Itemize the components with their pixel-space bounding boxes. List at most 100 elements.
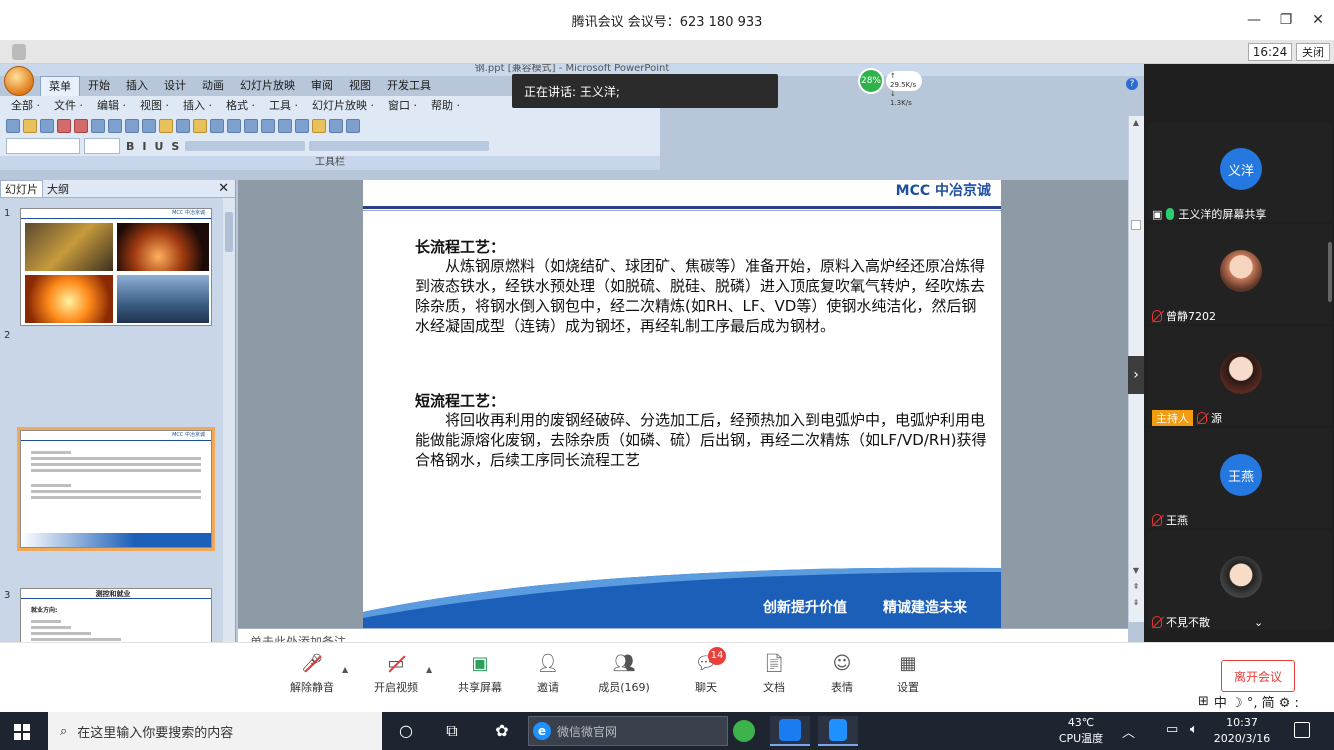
permission-icon[interactable] xyxy=(57,119,71,133)
menu-edit[interactable]: 编辑 · xyxy=(90,96,133,116)
bold-icon[interactable]: B xyxy=(124,140,136,153)
chat-button[interactable]: 💬︎ 14 聊天 xyxy=(670,647,742,695)
next-slide-icon[interactable]: ⇟ xyxy=(1131,598,1141,608)
notes-field[interactable]: 单击此处添加备注 xyxy=(238,628,1128,642)
folder-icon[interactable] xyxy=(312,119,326,133)
tab-animation[interactable]: 动画 xyxy=(194,76,232,96)
tab-review[interactable]: 审阅 xyxy=(303,76,341,96)
taskbar-search[interactable]: ⌕ 在这里输入你要搜索的内容 xyxy=(48,712,382,750)
tray-expand-icon[interactable]: ︿ xyxy=(1122,722,1135,741)
strikethrough-icon[interactable]: S xyxy=(169,140,181,153)
new-icon[interactable] xyxy=(6,119,20,133)
prev-slide-icon[interactable]: ⇞ xyxy=(1131,582,1141,592)
ime-grid-icon[interactable]: ⊞ xyxy=(1198,694,1209,709)
scroll-up-icon[interactable]: ▲ xyxy=(1131,118,1141,128)
office-button-icon[interactable] xyxy=(4,66,34,96)
spelling-icon[interactable] xyxy=(125,119,139,133)
tencent-meeting-app-icon[interactable] xyxy=(770,716,810,746)
participant-tile[interactable]: 不見不散 ⌄ xyxy=(1148,530,1332,630)
undo-icon[interactable] xyxy=(227,119,241,133)
settings-button[interactable]: ▦ 设置 xyxy=(872,653,944,695)
pdf-icon[interactable] xyxy=(74,119,88,133)
pinwheel-app-icon[interactable]: ✿ xyxy=(492,721,512,741)
participant-tile[interactable]: 曾静7202 xyxy=(1148,224,1332,324)
open-icon[interactable] xyxy=(23,119,37,133)
restore-icon[interactable]: ❐ xyxy=(1270,0,1302,40)
invite-button[interactable]: 👤︎ 邀请 xyxy=(512,653,584,695)
ime-toolbar[interactable]: ⊞ 中 ☽ °, 简 ⚙ : xyxy=(1196,692,1334,711)
slide-thumb-2[interactable]: MCC 中冶京诚 xyxy=(17,427,215,551)
volume-icon[interactable]: 🔈︎ xyxy=(1190,722,1198,737)
menu-help[interactable]: 帮助 · xyxy=(424,96,467,116)
notification-icon[interactable] xyxy=(1294,722,1310,738)
help-icon[interactable]: ? xyxy=(1126,78,1138,90)
close-pane-icon[interactable]: ✕ xyxy=(214,181,235,196)
participant-tile[interactable]: 王燕 王燕 xyxy=(1148,428,1332,528)
menu-all[interactable]: 全部 · xyxy=(4,96,47,116)
menu-slideshow[interactable]: 幻灯片放映 · xyxy=(305,96,381,116)
chart-icon[interactable] xyxy=(261,119,275,133)
tab-insert[interactable]: 插入 xyxy=(118,76,156,96)
tab-slides[interactable]: 幻灯片 xyxy=(0,180,43,197)
chevron-down-icon[interactable]: ⌄ xyxy=(1254,616,1263,629)
ime-status[interactable]: 中 ☽ °, 简 ⚙ : xyxy=(1214,692,1299,711)
close-icon[interactable]: ✕ xyxy=(1302,0,1334,40)
zoom-icon[interactable] xyxy=(295,119,309,133)
audio-options-caret-icon[interactable]: ▲ xyxy=(342,665,348,674)
close-share-button[interactable]: 关闭 xyxy=(1296,43,1330,61)
tab-menu[interactable]: 菜单 xyxy=(40,76,80,96)
menu-insert[interactable]: 插入 · xyxy=(176,96,219,116)
slide-thumb-3[interactable]: 测控和就业 就业方向: xyxy=(20,588,212,642)
copy-icon[interactable] xyxy=(176,119,190,133)
font-name-box[interactable] xyxy=(6,138,80,154)
participant-tile[interactable]: 义洋 ▣ 王义洋的屏幕共享 xyxy=(1148,122,1332,222)
format-painter-icon[interactable] xyxy=(210,119,224,133)
leave-meeting-button[interactable]: 离开会议 xyxy=(1221,660,1295,692)
font-size-box[interactable] xyxy=(84,138,120,154)
start-video-button[interactable]: ▭ 开启视频 xyxy=(360,653,432,695)
menu-window[interactable]: 窗口 · xyxy=(381,96,424,116)
paragraph-icons[interactable] xyxy=(309,141,490,151)
underline-icon[interactable]: U xyxy=(152,140,165,153)
video-options-caret-icon[interactable]: ▲ xyxy=(426,665,432,674)
italic-icon[interactable]: I xyxy=(140,140,148,153)
paste-icon[interactable] xyxy=(193,119,207,133)
save-icon[interactable] xyxy=(40,119,54,133)
taskbar-clock[interactable]: 10:37 2020/3/16 xyxy=(1212,715,1272,747)
tab-design[interactable]: 设计 xyxy=(156,76,194,96)
tablet-app-icon[interactable] xyxy=(818,716,858,746)
find-icon[interactable] xyxy=(329,119,343,133)
current-slide[interactable]: MCC 中冶京诚 长流程工艺： 从炼钢原燃料（如烧结矿、球团矿、焦碳等）准备开始… xyxy=(363,180,1001,628)
tab-outline[interactable]: 大纲 xyxy=(43,181,73,197)
preview-icon[interactable] xyxy=(108,119,122,133)
menu-tools[interactable]: 工具 · xyxy=(262,96,305,116)
scroll-down-icon[interactable]: ▼ xyxy=(1131,566,1141,576)
expand-panel-icon[interactable]: › xyxy=(1128,356,1144,394)
menu-view[interactable]: 视图 · xyxy=(133,96,176,116)
slides-scrollbar[interactable] xyxy=(223,198,235,642)
battery-icon[interactable]: ▭ xyxy=(1166,722,1178,737)
emoji-button[interactable]: ☺ 表情 xyxy=(806,653,878,695)
print-icon[interactable] xyxy=(91,119,105,133)
cut-icon[interactable] xyxy=(159,119,173,133)
unmute-button[interactable]: 🎤︎ 解除静音 xyxy=(276,653,348,695)
documents-button[interactable]: 📄︎ 文档 xyxy=(738,653,810,695)
table-icon[interactable] xyxy=(278,119,292,133)
redo-icon[interactable] xyxy=(244,119,258,133)
menu-file[interactable]: 文件 · xyxy=(47,96,90,116)
tab-slideshow[interactable]: 幻灯片放映 xyxy=(232,76,303,96)
browser-taskbar-item[interactable]: e 微信微官网 xyxy=(528,716,728,746)
participant-tile[interactable]: 主持人 源 xyxy=(1148,326,1332,426)
minimize-icon[interactable]: — xyxy=(1238,0,1270,40)
cortana-icon[interactable]: ○ xyxy=(396,721,416,741)
tab-developer[interactable]: 开发工具 xyxy=(379,76,439,96)
windows-start-icon[interactable] xyxy=(14,724,30,740)
app-green-icon[interactable] xyxy=(724,716,764,746)
members-button[interactable]: 👥︎ 成员(169) xyxy=(588,653,660,695)
menu-format[interactable]: 格式 · xyxy=(219,96,262,116)
tab-view[interactable]: 视图 xyxy=(341,76,379,96)
alignment-icons[interactable] xyxy=(185,141,306,151)
share-screen-button[interactable]: ▣ 共享屏幕 xyxy=(444,653,516,695)
task-view-icon[interactable]: ⧉ xyxy=(442,721,462,741)
research-icon[interactable] xyxy=(142,119,156,133)
